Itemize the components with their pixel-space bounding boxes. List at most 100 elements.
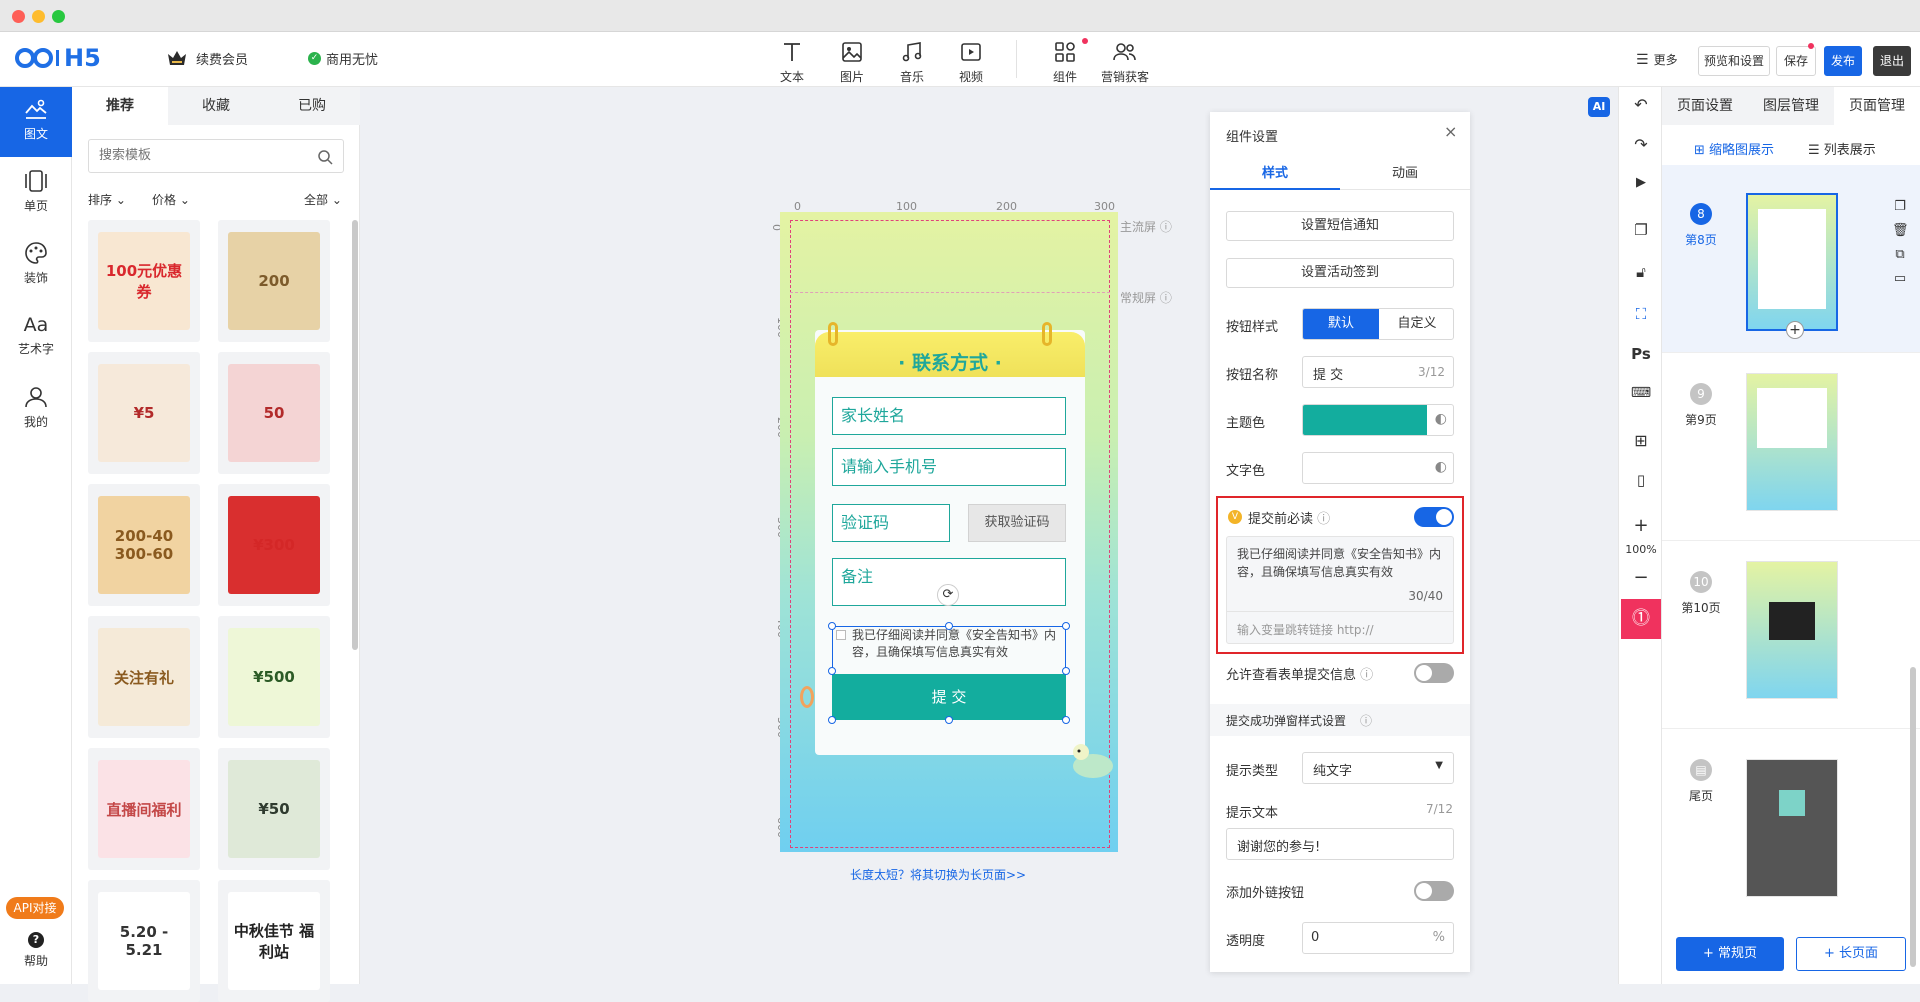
get-code-button[interactable]: 获取验证码 <box>968 504 1066 542</box>
question-icon[interactable]: ⓘ <box>1317 512 1330 527</box>
template-card[interactable]: 100元优惠券 <box>88 220 200 342</box>
page-thumbnail[interactable] <box>1746 759 1838 897</box>
tool-music[interactable]: 音乐 <box>887 40 937 85</box>
sort-dropdown[interactable]: 排序 ⌄ <box>88 191 126 208</box>
tab-animation[interactable]: 动画 <box>1340 162 1470 190</box>
agree-checkbox[interactable] <box>836 630 846 640</box>
resize-handle[interactable] <box>945 716 953 724</box>
resize-handle[interactable] <box>828 667 836 675</box>
tab-recommend[interactable]: 推荐 <box>72 87 168 125</box>
tab-page-manage[interactable]: 页面管理 <box>1834 87 1920 125</box>
copy-icon[interactable]: ❐ <box>1892 195 1908 219</box>
tool-image[interactable]: 图片 <box>827 40 877 85</box>
allow-view-toggle[interactable] <box>1414 663 1454 683</box>
tool-text[interactable]: 文本 <box>767 40 817 85</box>
save-button[interactable]: 保存 <box>1776 46 1816 76</box>
tab-layers[interactable]: 图层管理 <box>1748 87 1834 125</box>
tab-purchased[interactable]: 已购 <box>264 87 360 125</box>
template-search-input[interactable] <box>99 140 309 170</box>
close-window-dot[interactable] <box>12 10 25 23</box>
rotate-icon[interactable]: ⟳ <box>937 584 959 606</box>
ai-button[interactable]: AI <box>1588 97 1610 117</box>
resize-handle[interactable] <box>828 622 836 630</box>
tool-component[interactable]: 组件 <box>1040 38 1090 85</box>
search-icon[interactable] <box>317 149 333 165</box>
must-read-editor[interactable]: 我已仔细阅读并同意《安全告知书》内容，且确保填写信息真实有效 30/40 输入变… <box>1226 536 1454 644</box>
redo-icon[interactable]: ↷ <box>1619 135 1663 154</box>
duplicate-icon[interactable]: ⧉ <box>1892 243 1908 267</box>
style-default-button[interactable]: 默认 <box>1303 309 1379 339</box>
template-card[interactable]: 200-40 300-60 <box>88 484 200 606</box>
photoshop-button[interactable]: Ps <box>1619 345 1663 363</box>
page-item-9[interactable]: 9 第9页 <box>1662 353 1920 541</box>
template-card[interactable]: 50 <box>218 352 330 474</box>
ext-link-toggle[interactable] <box>1414 881 1454 901</box>
api-badge[interactable]: API对接 <box>6 897 64 919</box>
tool-video[interactable]: 视频 <box>946 40 996 85</box>
page-item-8[interactable]: 8 第8页 + ❐ 🗑︎ ⧉ ▭ <box>1662 165 1920 353</box>
exit-button[interactable]: 退出 <box>1873 46 1911 76</box>
button-name-input[interactable]: 提 交 3/12 <box>1302 356 1454 388</box>
tip-type-select[interactable]: 纯文字 ▼ <box>1302 752 1454 784</box>
submit-button[interactable]: 提 交 <box>832 674 1066 720</box>
resize-handle[interactable] <box>1062 667 1070 675</box>
lock-icon[interactable]: 🔓︎ <box>1619 263 1663 281</box>
page-thumbnail[interactable] <box>1746 193 1838 331</box>
page-thumbnail[interactable] <box>1746 373 1838 511</box>
template-card[interactable]: 关注有礼 <box>88 616 200 738</box>
question-icon[interactable]: ⓘ <box>1360 712 1372 729</box>
tab-style[interactable]: 样式 <box>1210 162 1340 190</box>
thumbnail-view-button[interactable]: ⊞ 缩略图展示 <box>1694 139 1774 158</box>
add-normal-page-button[interactable]: + 常规页 <box>1676 937 1784 971</box>
tool-marketing[interactable]: 营销获客 <box>1100 40 1150 85</box>
template-card[interactable]: ¥500 <box>218 616 330 738</box>
app-logo[interactable]: H5 <box>14 44 101 72</box>
page-thumbnail[interactable] <box>1746 561 1838 699</box>
question-icon[interactable]: ⓘ <box>1360 668 1373 683</box>
resize-handle[interactable] <box>945 622 953 630</box>
nav-art-text[interactable]: Aa 艺术字 <box>0 303 72 373</box>
add-long-page-button[interactable]: + 长页面 <box>1796 937 1906 971</box>
nav-decoration[interactable]: 装饰 <box>0 231 72 301</box>
tab-page-settings[interactable]: 页面设置 <box>1662 87 1748 125</box>
library-scrollbar[interactable] <box>352 220 358 650</box>
nav-mine[interactable]: 我的 <box>0 375 72 445</box>
template-card[interactable]: 直播间福利 <box>88 748 200 870</box>
question-icon[interactable]: ⓘ <box>1160 220 1172 234</box>
commercial-badge[interactable]: ✓ 商用无忧 <box>308 49 378 68</box>
list-view-button[interactable]: ☰ 列表展示 <box>1808 139 1876 158</box>
phone-field[interactable]: 请输入手机号 <box>832 448 1066 486</box>
more-menu[interactable]: ☰ 更多 <box>1636 51 1678 68</box>
palette-icon[interactable]: ◐ <box>1435 411 1447 427</box>
nav-single-page[interactable]: 单页 <box>0 159 72 229</box>
publish-button[interactable]: 发布 <box>1824 46 1862 76</box>
vip-renew[interactable]: 续费会员 <box>166 48 248 68</box>
keyboard-icon[interactable]: ⌨ <box>1619 385 1663 401</box>
add-page-icon[interactable]: + <box>1786 321 1804 339</box>
parent-name-field[interactable]: 家长姓名 <box>832 397 1066 435</box>
template-card[interactable]: ¥5 <box>88 352 200 474</box>
verify-code-field[interactable]: 验证码 <box>832 504 950 542</box>
nav-image-text[interactable]: 图文 <box>0 87 72 157</box>
all-dropdown[interactable]: 全部 ⌄ <box>304 191 342 208</box>
copy-page-icon[interactable]: ❐ <box>1619 221 1663 239</box>
page-item-10[interactable]: 10 第10页 <box>1662 541 1920 729</box>
theme-color-picker[interactable]: ◐ <box>1302 404 1454 436</box>
sms-notice-button[interactable]: 设置短信通知 <box>1226 211 1454 241</box>
price-dropdown[interactable]: 价格 ⌄ <box>152 191 190 208</box>
resize-handle[interactable] <box>1062 622 1070 630</box>
maximize-window-dot[interactable] <box>52 10 65 23</box>
text-color-picker[interactable]: ◐ <box>1302 452 1454 484</box>
pages-scrollbar[interactable] <box>1910 667 1916 967</box>
delete-icon[interactable]: 🗑︎ <box>1892 219 1909 243</box>
select-frame-icon[interactable]: ⛶ <box>1619 305 1663 323</box>
help-button[interactable]: ? 帮助 <box>0 932 72 969</box>
question-icon[interactable]: ⓘ <box>1160 291 1172 305</box>
must-read-toggle[interactable] <box>1414 507 1454 527</box>
template-search-box[interactable] <box>88 139 344 173</box>
resize-handle[interactable] <box>1062 716 1070 724</box>
tab-favorites[interactable]: 收藏 <box>168 87 264 125</box>
resize-handle[interactable] <box>828 716 836 724</box>
form-title[interactable]: · 联系方式 · <box>815 348 1085 375</box>
grid-icon[interactable]: ⊞ <box>1619 431 1663 450</box>
